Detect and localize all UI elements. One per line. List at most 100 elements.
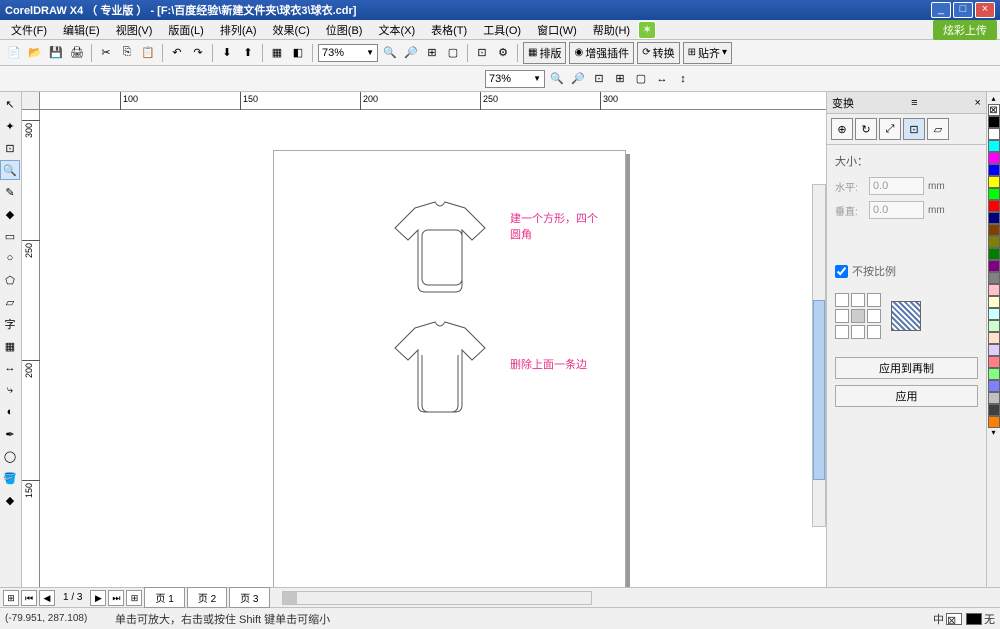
color-swatch-4[interactable]: [988, 164, 1000, 176]
menu-tools[interactable]: 工具(O): [475, 20, 529, 40]
dimension-tool[interactable]: ↔: [0, 358, 20, 378]
plugin-button[interactable]: ◉ 增强插件: [569, 42, 634, 64]
scale-tab[interactable]: ⤢: [879, 118, 901, 140]
paiban-button[interactable]: ▦ 排版: [523, 42, 566, 64]
paste-icon[interactable]: 📋: [139, 44, 157, 62]
vertical-scrollbar[interactable]: [812, 184, 826, 527]
export-icon[interactable]: ⬆: [239, 44, 257, 62]
palette-scroll-down[interactable]: ▾: [988, 428, 1000, 438]
color-swatch-6[interactable]: [988, 188, 1000, 200]
horizontal-input[interactable]: [869, 177, 924, 195]
zoom-selected-icon[interactable]: ⊡: [590, 70, 608, 88]
size-tab[interactable]: ⊡: [903, 118, 925, 140]
docker-menu-icon[interactable]: ≡: [911, 97, 917, 109]
color-swatch-5[interactable]: [988, 176, 1000, 188]
convert-button[interactable]: ⟳ 转换: [637, 42, 679, 64]
color-swatch-24[interactable]: [988, 404, 1000, 416]
position-tab[interactable]: ⊕: [831, 118, 853, 140]
zoom-page-icon[interactable]: ▢: [444, 44, 462, 62]
vertical-ruler[interactable]: 300 250 200 150: [22, 110, 40, 587]
outline-tool[interactable]: ◯: [0, 446, 20, 466]
crop-tool[interactable]: ⊡: [0, 138, 20, 158]
menu-help[interactable]: 帮助(H): [585, 20, 638, 40]
first-page-button[interactable]: ⏮: [21, 590, 37, 606]
non-proportional-checkbox[interactable]: [835, 265, 848, 278]
add-page-after-icon[interactable]: ⊞: [126, 590, 142, 606]
zoom-tool[interactable]: 🔍: [0, 160, 20, 180]
save-icon[interactable]: 💾: [47, 44, 65, 62]
new-icon[interactable]: 📄: [5, 44, 23, 62]
color-swatch-17[interactable]: [988, 320, 1000, 332]
cloud-icon[interactable]: ✶: [638, 21, 656, 39]
zoom-width-icon[interactable]: ↔: [653, 70, 671, 88]
polygon-tool[interactable]: ⬠: [0, 270, 20, 290]
docker-close-icon[interactable]: ×: [975, 97, 981, 109]
text-tool[interactable]: 字: [0, 314, 20, 334]
undo-icon[interactable]: ↶: [168, 44, 186, 62]
color-swatch-21[interactable]: [988, 368, 1000, 380]
prev-page-button[interactable]: ◀: [39, 590, 55, 606]
cut-icon[interactable]: ✂: [97, 44, 115, 62]
minimize-button[interactable]: _: [931, 2, 951, 18]
print-icon[interactable]: 🖨: [68, 44, 86, 62]
color-swatch-19[interactable]: [988, 344, 1000, 356]
color-swatch-18[interactable]: [988, 332, 1000, 344]
outline-status[interactable]: 无: [966, 611, 995, 627]
menu-layout[interactable]: 版面(L): [160, 20, 211, 40]
color-swatch-7[interactable]: [988, 200, 1000, 212]
color-swatch-22[interactable]: [988, 380, 1000, 392]
smart-fill-tool[interactable]: ◆: [0, 204, 20, 224]
tshirt-shape-2[interactable]: [390, 320, 490, 420]
color-swatch-25[interactable]: [988, 416, 1000, 428]
zoom-fit-icon[interactable]: ⊞: [423, 44, 441, 62]
fill-status[interactable]: 中⊠: [933, 611, 962, 627]
palette-scroll-up[interactable]: ▴: [988, 94, 1000, 104]
color-swatch-9[interactable]: [988, 224, 1000, 236]
apply-to-duplicate-button[interactable]: 应用到再制: [835, 357, 978, 379]
color-swatch-15[interactable]: [988, 296, 1000, 308]
zoom-all-icon[interactable]: ⊞: [611, 70, 629, 88]
menu-view[interactable]: 视图(V): [108, 20, 161, 40]
color-swatch-16[interactable]: [988, 308, 1000, 320]
menu-text[interactable]: 文本(X): [370, 20, 423, 40]
canvas-area[interactable]: 100 150 200 250 300 300 250 200 150: [22, 92, 826, 587]
import-icon[interactable]: ⬇: [218, 44, 236, 62]
basic-shapes-tool[interactable]: ▱: [0, 292, 20, 312]
color-swatch-23[interactable]: [988, 392, 1000, 404]
zoom-level-select-2[interactable]: 73%▼: [485, 70, 545, 88]
no-color-swatch[interactable]: ⊠: [988, 104, 1000, 116]
scrollbar-thumb[interactable]: [813, 300, 825, 480]
color-swatch-1[interactable]: [988, 128, 1000, 140]
zoom-page-icon-2[interactable]: ▢: [632, 70, 650, 88]
menu-bitmap[interactable]: 位图(B): [318, 20, 371, 40]
menu-table[interactable]: 表格(T): [423, 20, 475, 40]
align-button[interactable]: ⊞ 贴齐 ▾: [683, 42, 732, 64]
color-swatch-2[interactable]: [988, 140, 1000, 152]
freehand-tool[interactable]: ✎: [0, 182, 20, 202]
menu-effects[interactable]: 效果(C): [265, 20, 318, 40]
color-swatch-8[interactable]: [988, 212, 1000, 224]
shape-tool[interactable]: ✦: [0, 116, 20, 136]
zoom-level-select[interactable]: 73%▼: [318, 44, 378, 62]
color-swatch-11[interactable]: [988, 248, 1000, 260]
color-swatch-20[interactable]: [988, 356, 1000, 368]
color-swatch-3[interactable]: [988, 152, 1000, 164]
anchor-grid[interactable]: [835, 293, 881, 339]
tshirt-shape-1[interactable]: [390, 200, 490, 300]
redo-icon[interactable]: ↷: [189, 44, 207, 62]
welcome-icon[interactable]: ◧: [289, 44, 307, 62]
snap-icon[interactable]: ⊡: [473, 44, 491, 62]
copy-icon[interactable]: ⎘: [118, 44, 136, 62]
connector-tool[interactable]: ⤷: [0, 380, 20, 400]
last-page-button[interactable]: ⏭: [108, 590, 124, 606]
color-swatch-0[interactable]: [988, 116, 1000, 128]
upload-button[interactable]: 炫彩上传: [933, 20, 997, 40]
color-swatch-12[interactable]: [988, 260, 1000, 272]
vertical-input[interactable]: [869, 201, 924, 219]
page-tab-1[interactable]: 页 1: [144, 587, 184, 608]
menu-file[interactable]: 文件(F): [3, 20, 55, 40]
menu-window[interactable]: 窗口(W): [529, 20, 585, 40]
fill-tool[interactable]: 🪣: [0, 468, 20, 488]
color-swatch-14[interactable]: [988, 284, 1000, 296]
color-swatch-10[interactable]: [988, 236, 1000, 248]
